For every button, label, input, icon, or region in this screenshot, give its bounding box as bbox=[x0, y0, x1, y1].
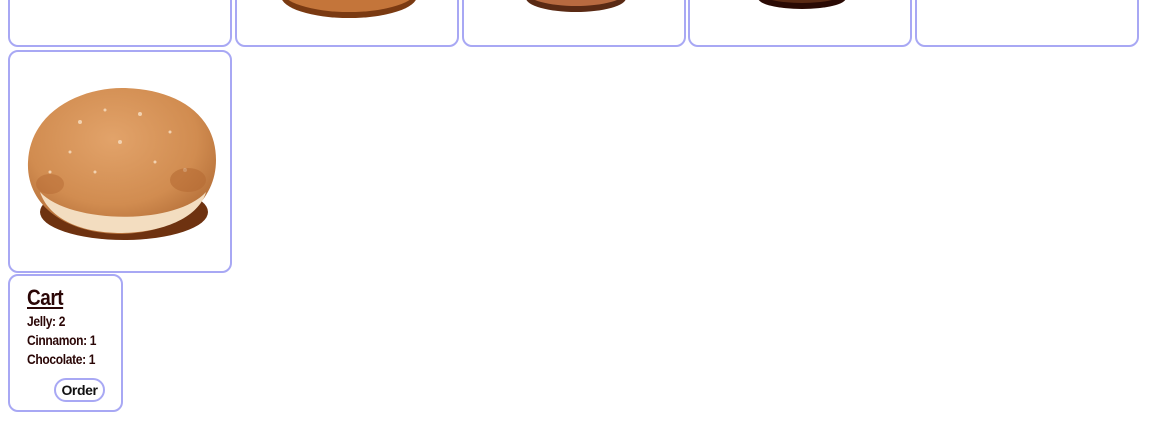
cart-title: Cart bbox=[27, 285, 64, 310]
cart-item-cinnamon: Cinnamon: 1 bbox=[27, 332, 97, 348]
donut-icon bbox=[282, 0, 416, 18]
donut-shop-page: Cart Jelly: 2 Cinnamon: 1 Chocolate: 1 O… bbox=[0, 0, 1160, 434]
product-tile-5[interactable] bbox=[915, 0, 1139, 47]
product-tile-1[interactable] bbox=[8, 0, 232, 47]
donut-icon bbox=[758, 0, 846, 9]
product-tile-3[interactable] bbox=[462, 0, 686, 47]
product-tile-jelly[interactable] bbox=[8, 50, 232, 273]
product-tile-2[interactable] bbox=[235, 0, 459, 47]
cart-item-chocolate: Chocolate: 1 bbox=[27, 351, 96, 367]
cart-panel: Cart Jelly: 2 Cinnamon: 1 Chocolate: 1 O… bbox=[8, 274, 123, 412]
product-tile-4[interactable] bbox=[688, 0, 912, 47]
cart-item-jelly: Jelly: 2 bbox=[27, 313, 66, 329]
order-button[interactable]: Order bbox=[54, 378, 105, 402]
donut-icon bbox=[526, 0, 626, 12]
jelly-donut-icon bbox=[27, 88, 216, 240]
